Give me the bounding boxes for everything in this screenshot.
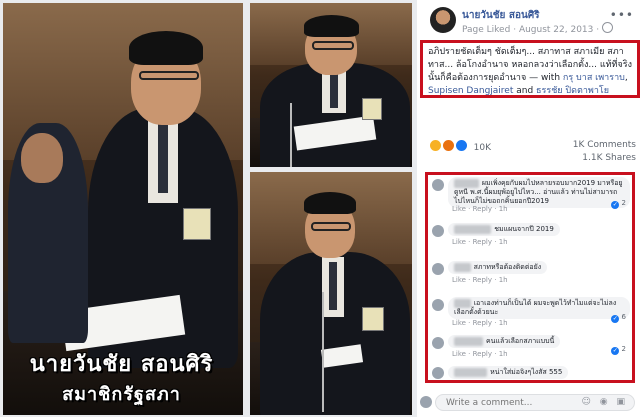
- comment-bubble: xxxx สภาทหรือต้องติดต่อยัง: [448, 261, 548, 274]
- post-meta: Page Liked · August 22, 2013 ·: [462, 22, 613, 35]
- page-name-link[interactable]: นายวันชัย สอนศิริ: [462, 8, 540, 23]
- comment-text: สภาทหรือต้องติดต่อยัง: [473, 263, 542, 271]
- meta-separator: ·: [596, 25, 600, 35]
- shares-count[interactable]: 1.1K Shares: [582, 153, 636, 163]
- comments-count[interactable]: 1K Comments: [573, 140, 636, 150]
- page-liked-label: Page Liked: [462, 25, 511, 35]
- photo-speaker-top: [250, 3, 412, 167]
- commenter-avatar[interactable]: [432, 337, 444, 349]
- comment-text: เอาเองท่านก็เป็นได้ ผมจะพูดไว้ทำไมแต่จะไ…: [454, 299, 617, 316]
- tag-separator: ,: [624, 73, 628, 83]
- comment-bubble: xxxxxx ผมเพิ่งคุยกับผมไปหลายรอบมาก2019 มา…: [448, 177, 630, 208]
- comment-like-count: ✓ 2: [611, 199, 626, 209]
- comment-item: xxxx เอาเองท่านก็เป็นได้ ผมจะพูดไว้ทำไมแต…: [430, 297, 630, 327]
- comment-text: ผมเพิ่งคุยกับผมไปหลายรอบมาก2019 มาหรือยู…: [454, 179, 623, 205]
- commenter-name-blurred: xxxxxx: [454, 179, 479, 188]
- comment-item: xxxxxxxxx ชมแผนจากปี 2019 Like · Reply · …: [430, 223, 630, 249]
- speaker-figure: [250, 3, 412, 167]
- commenter-avatar[interactable]: [432, 225, 444, 237]
- commenter-name-blurred: xxxxxxxxx: [454, 225, 492, 234]
- commenter-name-blurred: xxxxxxx: [454, 337, 483, 346]
- caption-title: สมาชิกรัฐสภา: [62, 384, 181, 405]
- like-icon: ✓: [611, 347, 620, 355]
- meta-separator: ·: [513, 25, 517, 35]
- caption-name: นายวันชัย สอนศิริ: [29, 351, 214, 377]
- comment-text: คนแล้วเลือกสภาแบบนี้: [486, 337, 555, 345]
- commenter-avatar[interactable]: [432, 299, 444, 311]
- angry-reaction-icon: [441, 139, 455, 152]
- comment-actions[interactable]: Like · Reply · 1h: [452, 350, 508, 358]
- commenter-avatar[interactable]: [432, 179, 444, 191]
- comment-bubble: xxxxxxx คนแล้วเลือกสภาแบบนี้: [448, 335, 561, 348]
- commenter-avatar[interactable]: [432, 367, 444, 379]
- tag-link-1[interactable]: กรุ บาส เพาราบ: [563, 73, 625, 83]
- tag-link-2[interactable]: Supisen Dangjairet: [428, 86, 513, 96]
- post-with: — with: [526, 73, 563, 83]
- commenter-name-blurred: xxxxxxxx: [454, 368, 488, 377]
- comment-bubble: xxxxxxxxx ชมแผนจากปี 2019: [448, 223, 560, 236]
- comment-actions[interactable]: Like · Reply · 1h: [452, 319, 508, 327]
- more-options-icon[interactable]: •••: [610, 8, 634, 22]
- comment-text: ชมแผนจากปี 2019: [494, 225, 554, 233]
- post-text: อภิปรายชัดเต็มๆ ชัดเต็มๆ... สภาทาส สภาเม…: [428, 46, 632, 98]
- facebook-post-panel: นายวันชัย สอนศิริ Page Liked · August 22…: [417, 0, 644, 417]
- comment-like-count: ✓ 2: [611, 345, 626, 355]
- comment-actions[interactable]: Like · Reply · 1h: [452, 276, 508, 284]
- comments-highlight: xxxxxx ผมเพิ่งคุยกับผมไปหลายรอบมาก2019 มา…: [425, 172, 635, 383]
- commenter-avatar[interactable]: [432, 263, 444, 275]
- comment-bubble: xxxxxxxx หน่าใส่ม่อจิงๆไงสัส 555: [448, 366, 569, 379]
- composer-icons[interactable]: ☺ ◉ ▣: [582, 397, 628, 407]
- comment-item: xxxx สภาทหรือต้องติดต่อยัง Like · Reply ·…: [430, 261, 630, 287]
- photo-speaker-bottom: [250, 172, 412, 415]
- comment-item: xxxxxxxx หน่าใส่ม่อจิงๆไงสัส 555: [430, 365, 630, 381]
- post-date[interactable]: August 22, 2013: [519, 25, 593, 35]
- comment-composer[interactable]: ☺ ◉ ▣: [435, 394, 635, 411]
- comment-like-count: ✓ 6: [611, 313, 626, 323]
- commenter-name-blurred: xxxx: [454, 263, 471, 272]
- write-comment-input[interactable]: [444, 397, 568, 409]
- haha-reaction-icon: [429, 139, 442, 152]
- comment-item: xxxxxx ผมเพิ่งคุยกับผมไปหลายรอบมาก2019 มา…: [430, 177, 630, 215]
- speaker-figure: [250, 172, 412, 415]
- post-text-highlight: อภิปรายชัดเต็มๆ ชัดเต็มๆ... สภาทาส สภาเม…: [420, 40, 640, 98]
- like-icon: ✓: [611, 315, 620, 323]
- tag-link-3[interactable]: ธรรชัย ปิดตาพาโย: [536, 86, 609, 96]
- comment-bubble: xxxx เอาเองท่านก็เป็นได้ ผมจะพูดไว้ทำไมแต…: [448, 297, 630, 319]
- reactions-summary[interactable]: 10K: [429, 139, 491, 153]
- comment-item: xxxxxxx คนแล้วเลือกสภาแบบนี้ Like · Reply…: [430, 335, 630, 361]
- comment-actions[interactable]: Like · Reply · 1h: [452, 205, 508, 213]
- like-icon: ✓: [611, 201, 620, 209]
- commenter-name-blurred: xxxx: [454, 299, 471, 308]
- like-reaction-icon: [454, 139, 468, 152]
- comment-text: หน่าใส่ม่อจิงๆไงสัส 555: [490, 368, 563, 376]
- comment-actions[interactable]: Like · Reply · 1h: [452, 238, 508, 246]
- tag-and: and: [513, 86, 537, 96]
- globe-icon: [602, 22, 613, 33]
- current-user-avatar: [420, 396, 432, 408]
- page-avatar[interactable]: [430, 7, 456, 33]
- reactions-count: 10K: [473, 143, 491, 153]
